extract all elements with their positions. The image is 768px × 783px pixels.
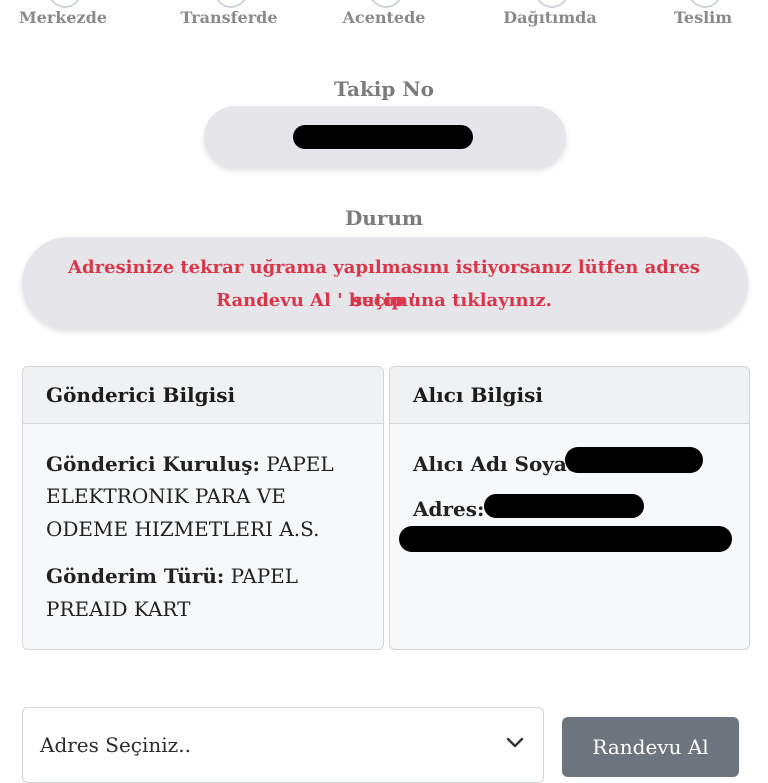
receiver-address-label: Adres: <box>413 497 485 521</box>
sender-card-title: Gönderici Bilgisi <box>46 383 236 407</box>
receiver-address-redacted-1 <box>484 494 644 518</box>
receiver-card: Alıcı Bilgisi Alıcı Adı Soyadı: Adres: <box>389 366 750 650</box>
receiver-card-title: Alıcı Bilgisi <box>413 383 543 407</box>
chevron-down-icon <box>506 737 524 748</box>
step-circle-icon <box>688 0 722 8</box>
step-circle-icon <box>48 0 82 8</box>
receiver-card-header: Alıcı Bilgisi <box>390 367 749 424</box>
step-label: Transferde <box>180 8 278 27</box>
step-circle-icon <box>535 0 569 8</box>
step-circle-icon <box>369 0 403 8</box>
sender-org-value-line2: ELEKTRONIK PARA VE <box>46 484 286 508</box>
sender-org-label: Gönderici Kuruluş: <box>46 452 260 476</box>
receiver-address-field: Adres: <box>413 493 484 525</box>
shipment-type-value-line2: PREAID KART <box>46 597 191 621</box>
sender-card-header: Gönderici Bilgisi <box>23 367 383 424</box>
tracking-title: Takip No <box>334 77 434 101</box>
tracking-number-field <box>204 106 566 168</box>
address-select-placeholder: Adres Seçiniz.. <box>40 733 191 757</box>
step-label: Teslim <box>673 8 733 27</box>
sender-org-field: Gönderici Kuruluş: PAPEL <box>46 448 334 480</box>
sender-card: Gönderici Bilgisi Gönderici Kuruluş: PAP… <box>22 366 384 650</box>
step-label: Dağıtımda <box>503 8 597 27</box>
step-label: Acentede <box>342 8 426 27</box>
status-title: Durum <box>344 206 424 230</box>
shipment-type-field: Gönderim Türü: PAPEL <box>46 560 298 592</box>
shipment-type-value: PAPEL <box>230 564 299 588</box>
appointment-button[interactable]: Randevu Al <box>562 717 739 777</box>
shipment-progress-steps: Merkezde Transferde Acentede Dağıtımda T… <box>0 0 768 40</box>
sender-org-value-line3: ODEME HIZMETLERI A.S. <box>46 517 320 541</box>
shipment-type-label: Gönderim Türü: <box>46 564 225 588</box>
step-label: Merkezde <box>18 8 108 27</box>
address-select[interactable]: Adres Seçiniz.. <box>22 707 544 783</box>
tracking-number-redacted <box>293 125 473 149</box>
receiver-name-redacted <box>565 447 703 473</box>
receiver-address-redacted-2 <box>399 526 732 552</box>
sender-org-value: PAPEL <box>266 452 334 476</box>
status-message-line2: Randevu Al ' butonuna tıklayınız. <box>216 290 552 311</box>
step-circle-icon <box>214 0 248 8</box>
